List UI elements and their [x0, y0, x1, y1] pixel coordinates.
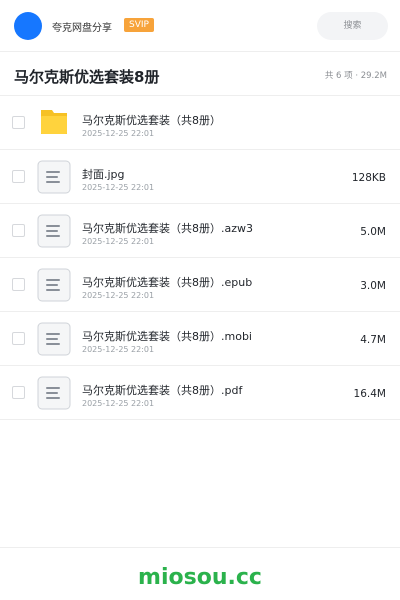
- app-name: 夸克网盘分享: [52, 23, 112, 34]
- file-name: 马尔克斯优选套装（共8册）.epub: [82, 276, 253, 289]
- file-date: 2025-12-25 22:01: [82, 291, 155, 300]
- document-icon: [37, 268, 71, 302]
- file-size: 4.7M: [360, 334, 386, 346]
- avatar[interactable]: [14, 12, 42, 40]
- document-icon: [37, 160, 71, 194]
- top-bar: 夸克网盘分享 SVIP 搜索: [0, 0, 400, 52]
- item-summary: 共 6 项 · 29.2M: [324, 71, 387, 81]
- row-checkbox[interactable]: [12, 386, 25, 399]
- file-size: 3.0M: [360, 280, 386, 292]
- svip-badge: SVIP: [124, 18, 154, 32]
- file-name: 马尔克斯优选套装（共8册）.azw3: [82, 222, 254, 235]
- page-title: 马尔克斯优选套装8册: [14, 68, 160, 86]
- folder-icon: [37, 106, 71, 140]
- file-row[interactable]: 马尔克斯优选套装（共8册）.mobi 2025-12-25 22:01 4.7M: [0, 312, 400, 366]
- file-row[interactable]: 马尔克斯优选套装（共8册）.azw3 2025-12-25 22:01 5.0M: [0, 204, 400, 258]
- document-icon: [37, 214, 71, 248]
- document-icon: [37, 376, 71, 410]
- file-date: 2025-12-25 22:01: [82, 129, 155, 138]
- file-date: 2025-12-25 22:01: [82, 183, 155, 192]
- file-name: 马尔克斯优选套装（共8册）: [82, 114, 221, 127]
- file-date: 2025-12-25 22:01: [82, 237, 155, 246]
- footer: miosou.cc: [0, 547, 400, 600]
- file-row[interactable]: 马尔克斯优选套装（共8册） 2025-12-25 22:01: [0, 96, 400, 150]
- file-row[interactable]: 封面.jpg 2025-12-25 22:01 128KB: [0, 150, 400, 204]
- row-checkbox[interactable]: [12, 224, 25, 237]
- file-name: 马尔克斯优选套装（共8册）.mobi: [82, 330, 252, 343]
- file-size: 16.4M: [353, 388, 386, 400]
- file-size: 128KB: [351, 172, 386, 184]
- file-name: 马尔克斯优选套装（共8册）.pdf: [82, 384, 243, 397]
- row-checkbox[interactable]: [12, 332, 25, 345]
- row-checkbox[interactable]: [12, 116, 25, 129]
- file-date: 2025-12-25 22:01: [82, 399, 155, 408]
- file-row[interactable]: 马尔克斯优选套装（共8册）.pdf 2025-12-25 22:01 16.4M: [0, 366, 400, 420]
- file-list: 马尔克斯优选套装（共8册） 2025-12-25 22:01 封面.jpg 20…: [0, 96, 400, 420]
- row-checkbox[interactable]: [12, 278, 25, 291]
- file-name: 封面.jpg: [82, 168, 125, 181]
- title-row: 马尔克斯优选套装8册 共 6 项 · 29.2M: [0, 52, 400, 96]
- document-icon: [37, 322, 71, 356]
- watermark: miosou.cc: [138, 565, 262, 590]
- search-input[interactable]: 搜索: [317, 12, 388, 40]
- row-checkbox[interactable]: [12, 170, 25, 183]
- file-row[interactable]: 马尔克斯优选套装（共8册）.epub 2025-12-25 22:01 3.0M: [0, 258, 400, 312]
- file-size: 5.0M: [360, 226, 386, 238]
- file-date: 2025-12-25 22:01: [82, 345, 155, 354]
